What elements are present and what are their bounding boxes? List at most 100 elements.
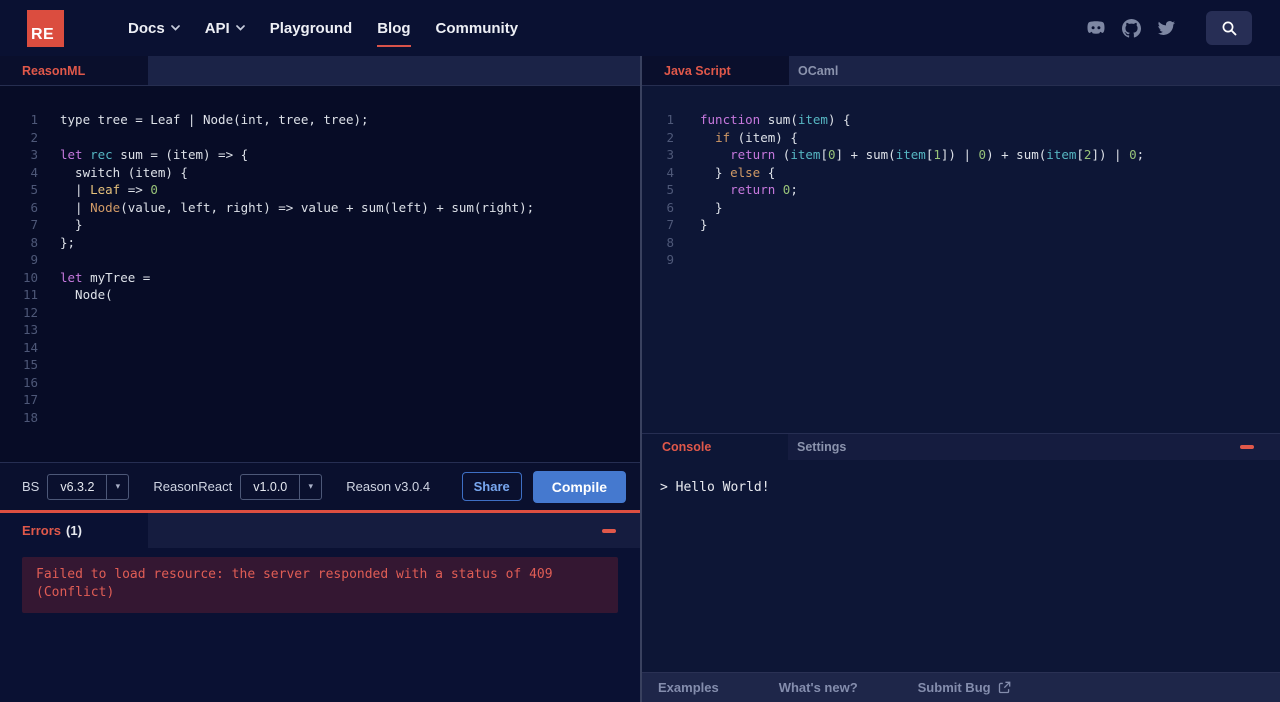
code-line[interactable]: 1 type tree = Leaf | Node(int, tree, tree…	[0, 111, 640, 129]
code-line[interactable]: 2	[0, 129, 640, 147]
code-line[interactable]: 9	[642, 251, 1280, 269]
github-link[interactable]	[1122, 18, 1141, 38]
line-number: 15	[22, 357, 38, 372]
line-number: 6	[30, 199, 38, 215]
line-number: 3	[666, 147, 674, 162]
nav-item-blog[interactable]: Blog	[377, 19, 411, 47]
chevron-down-icon	[170, 25, 180, 31]
footer-link-examples[interactable]: Examples	[658, 680, 719, 695]
line-number: 5	[30, 182, 38, 197]
errors-count-badge: (1)	[66, 523, 82, 538]
chevron-down-icon	[235, 25, 245, 31]
external-link-icon	[998, 681, 1010, 694]
code-line[interactable]: 1 function sum(item) {	[642, 111, 1280, 129]
line-number: 13	[22, 322, 38, 337]
line-number: 18	[22, 409, 38, 425]
code-line[interactable]: 16	[0, 374, 640, 392]
tab-ocaml[interactable]: OCaml	[789, 56, 868, 85]
code-line[interactable]: 10 let myTree =	[0, 269, 640, 287]
share-button[interactable]: Share	[461, 472, 522, 501]
github-icon	[1122, 18, 1141, 38]
code-line[interactable]: 8	[642, 234, 1280, 252]
nav-label: API	[204, 19, 230, 37]
code-line[interactable]: 12	[0, 304, 640, 322]
code-text: switch (item) {	[60, 164, 188, 180]
bs-version-select[interactable]: v6.3.2	[47, 473, 130, 500]
twitter-link[interactable]	[1158, 20, 1175, 36]
code-text: }	[60, 217, 83, 232]
code-text: let myTree =	[60, 269, 151, 285]
code-line[interactable]: 15	[0, 356, 640, 374]
error-message: Failed to load resource: the server resp…	[22, 557, 618, 613]
line-number: 12	[22, 304, 38, 320]
chevron-down-icon	[299, 474, 321, 499]
code-line[interactable]: 5 | Leaf => 0	[0, 181, 640, 199]
collapse-errors-icon[interactable]	[602, 528, 616, 533]
navbar-icons	[1087, 11, 1252, 45]
code-line[interactable]: 4 } else {	[642, 164, 1280, 182]
nav-label: Blog	[377, 19, 411, 37]
code-text: function sum(item) {	[700, 112, 851, 127]
reason-version-text: Reason v3.0.4	[346, 479, 431, 494]
reason-editor[interactable]: 1 type tree = Leaf | Node(int, tree, tree…	[0, 86, 640, 462]
code-text: | Node(value, left, right) => value + su…	[60, 199, 535, 215]
nav-item-community[interactable]: Community	[436, 20, 519, 37]
output-panel: Java Script OCaml 1 function sum(item) { 2…	[640, 56, 1280, 702]
code-line[interactable]: 6 | Node(value, left, right) => value + …	[0, 199, 640, 217]
discord-icon	[1087, 21, 1105, 34]
code-line[interactable]: 4 switch (item) {	[0, 164, 640, 182]
code-line[interactable]: 8};	[0, 234, 640, 252]
console-tabstrip: Console Settings	[642, 433, 1280, 460]
discord-link[interactable]	[1087, 21, 1105, 35]
line-number: 6	[666, 199, 674, 215]
output-tabstrip: Java Script OCaml	[642, 56, 1280, 86]
footer-link-submit-bug[interactable]: Submit Bug	[918, 680, 1011, 695]
line-number: 3	[30, 147, 38, 162]
code-line[interactable]: 9	[0, 251, 640, 269]
tab-errors[interactable]: Errors (1)	[0, 513, 148, 548]
collapse-console-icon[interactable]	[1240, 445, 1254, 449]
reasonreact-version-select[interactable]: v1.0.0	[240, 473, 323, 500]
line-number: 8	[666, 234, 674, 250]
code-line[interactable]: 7 }	[0, 216, 640, 234]
line-number: 1	[666, 112, 674, 127]
tab-javascript[interactable]: Java Script	[642, 56, 789, 85]
line-number: 8	[30, 234, 38, 250]
errors-title: Errors	[22, 523, 62, 538]
code-line[interactable]: 5 return 0;	[642, 181, 1280, 199]
code-text: }	[700, 217, 708, 232]
reason-logo[interactable]: RE	[27, 9, 64, 47]
code-text: | Leaf => 0	[60, 182, 158, 197]
nav-item-api[interactable]: API	[205, 20, 245, 37]
code-line[interactable]: 7}	[642, 216, 1280, 234]
nav-item-docs[interactable]: Docs	[128, 20, 180, 37]
line-number: 2	[30, 129, 38, 145]
compile-button[interactable]: Compile	[532, 470, 626, 503]
code-line[interactable]: 18	[0, 409, 640, 427]
js-output-editor[interactable]: 1 function sum(item) { 2 if (item) {3 retu…	[642, 86, 1280, 433]
code-line[interactable]: 3 return (item[0] + sum(item[1]) | 0) + …	[642, 146, 1280, 164]
tab-settings[interactable]: Settings	[788, 434, 876, 460]
code-text: } else {	[700, 164, 776, 180]
code-line[interactable]: 6 }	[642, 199, 1280, 217]
reason-panel: ReasonML 1 type tree = Leaf | Node(int, t…	[0, 56, 640, 702]
errors-panel: Errors (1) Failed to load resource: the …	[0, 513, 640, 702]
nav-item-playground[interactable]: Playground	[270, 20, 353, 37]
code-line[interactable]: 14	[0, 339, 640, 357]
tab-reasonml[interactable]: ReasonML	[0, 56, 148, 85]
footer-link-whats-new[interactable]: What's new?	[779, 680, 858, 695]
line-number: 9	[30, 252, 38, 267]
playground-footer: Examples What's new? Submit Bug	[642, 672, 1280, 702]
code-line[interactable]: 11 Node(	[0, 286, 640, 304]
code-text: let rec sum = (item) => {	[60, 147, 249, 162]
code-line[interactable]: 2 if (item) {	[642, 129, 1280, 147]
code-line[interactable]: 13	[0, 321, 640, 339]
search-button[interactable]	[1206, 11, 1252, 45]
code-line[interactable]: 3 let rec sum = (item) => {	[0, 146, 640, 164]
code-text: };	[60, 234, 76, 250]
line-number: 16	[22, 374, 38, 390]
nav-label: Community	[435, 19, 519, 37]
tab-console[interactable]: Console	[642, 434, 788, 460]
reason-tabstrip: ReasonML	[0, 56, 640, 86]
code-line[interactable]: 17	[0, 391, 640, 409]
